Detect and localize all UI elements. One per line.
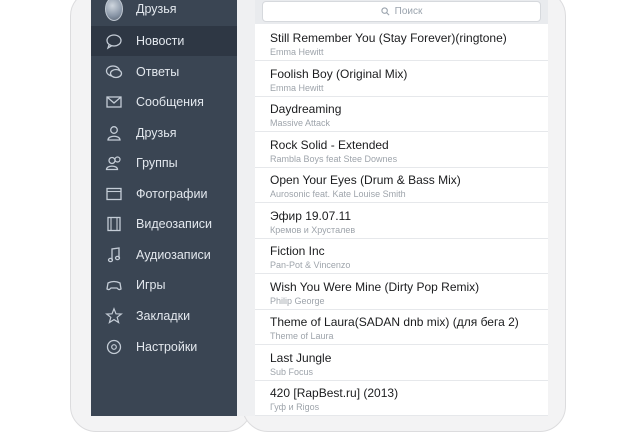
audio-list-screen: Поиск Still Remember You (Stay Forever)(… <box>255 0 548 416</box>
sidebar-item-messages[interactable]: Сообщения <box>91 87 237 117</box>
sidebar-item-label: Друзья <box>136 2 177 16</box>
sidebar-item-label: Закладки <box>136 309 191 323</box>
track-title: Still Remember You (Stay Forever)(ringto… <box>270 31 507 45</box>
groups-icon <box>105 154 123 172</box>
sidebar-item-label: Группы <box>136 156 178 170</box>
sidebar-item-replies[interactable]: Ответы <box>91 57 237 87</box>
track-title: Theme of Laura(SADAN dnb mix) (для бега … <box>270 315 519 329</box>
track-row[interactable]: Daydreaming Massive Attack <box>255 97 548 132</box>
sidebar-item-friends[interactable]: Друзья <box>91 118 237 148</box>
track-title: Fiction Inc <box>270 244 325 258</box>
search-placeholder: Поиск <box>394 6 423 17</box>
photos-icon <box>105 185 123 203</box>
track-artist: Гуф и Rigos <box>270 402 320 412</box>
sidebar-item-label: Фотографии <box>136 187 208 201</box>
friends-icon <box>105 124 123 142</box>
track-row[interactable]: Эфир 19.07.11 Кремов и Хрусталев <box>255 204 548 239</box>
track-row[interactable]: Rock Solid - Extended Rambla Boys feat S… <box>255 133 548 168</box>
videos-icon <box>105 215 123 233</box>
track-title: Foolish Boy (Original Mix) <box>270 67 408 81</box>
track-row[interactable]: Last Jungle Sub Focus <box>255 346 548 381</box>
track-title: Open Your Eyes (Drum & Bass Mix) <box>270 173 461 187</box>
track-title: Wish You Were Mine (Dirty Pop Remix) <box>270 280 480 294</box>
track-row[interactable]: 420 [RapBest.ru] (2013) Гуф и Rigos <box>255 381 548 416</box>
track-title: Last Jungle <box>270 351 332 365</box>
track-row[interactable]: Wish You Were Mine (Dirty Pop Remix) Phi… <box>255 275 548 310</box>
track-row[interactable]: Fiction Inc Pan-Pot & Vincenzo <box>255 239 548 274</box>
bookmarks-icon <box>105 307 123 325</box>
search-bar: Поиск <box>255 0 548 24</box>
track-artist: Sub Focus <box>270 367 314 377</box>
search-icon <box>381 7 390 16</box>
screen-divider <box>237 0 255 416</box>
track-artist: Theme of Laura <box>270 331 334 341</box>
sidebar-item-photos[interactable]: Фотографии <box>91 179 237 209</box>
messages-icon <box>105 93 123 111</box>
sidebar-item-groups[interactable]: Группы <box>91 148 237 178</box>
sidebar-item-audio[interactable]: Аудиозаписи <box>91 240 237 270</box>
track-title: Эфир 19.07.11 <box>270 209 352 223</box>
track-title: 420 [RapBest.ru] (2013) <box>270 386 399 400</box>
settings-icon <box>105 338 123 356</box>
track-artist: Philip George <box>270 296 325 306</box>
track-artist: Aurosonic feat. Kate Louise Smith <box>270 189 406 199</box>
sidebar-item-bookmarks[interactable]: Закладки <box>91 301 237 331</box>
track-artist: Emma Hewitt <box>270 83 324 93</box>
track-artist: Massive Attack <box>270 118 331 128</box>
track-row[interactable]: Open Your Eyes (Drum & Bass Mix) Auroson… <box>255 168 548 203</box>
sidebar-item-friends-profile[interactable]: Друзья <box>91 0 237 24</box>
sidebar-menu: Друзья Новости Ответы Сообщения Друзья Г… <box>91 0 237 416</box>
sidebar-item-label: Новости <box>136 34 185 48</box>
track-title: Rock Solid - Extended <box>270 138 389 152</box>
track-artist: Pan-Pot & Vincenzo <box>270 260 351 270</box>
track-row[interactable]: Still Remember You (Stay Forever)(ringto… <box>255 26 548 61</box>
sidebar-item-label: Видеозаписи <box>136 217 213 231</box>
games-icon <box>105 276 123 294</box>
sidebar-item-videos[interactable]: Видеозаписи <box>91 209 237 239</box>
track-row[interactable]: Theme of Laura(SADAN dnb mix) (для бега … <box>255 310 548 345</box>
sidebar-item-settings[interactable]: Настройки <box>91 332 237 362</box>
sidebar-item-label: Сообщения <box>136 95 204 109</box>
sidebar-item-label: Аудиозаписи <box>136 248 211 262</box>
track-artist: Кремов и Хрусталев <box>270 225 356 235</box>
sidebar-item-news[interactable]: Новости <box>91 26 237 56</box>
track-title: Daydreaming <box>270 102 342 116</box>
sidebar-item-games[interactable]: Игры <box>91 270 237 300</box>
sidebar-item-label: Ответы <box>136 65 180 79</box>
avatar <box>105 0 123 21</box>
sidebar-item-label: Игры <box>136 278 166 292</box>
track-artist: Emma Hewitt <box>270 47 324 57</box>
track-artist: Rambla Boys feat Stee Downes <box>270 154 398 164</box>
track-row[interactable]: Foolish Boy (Original Mix) Emma Hewitt <box>255 62 548 97</box>
sidebar-item-label: Друзья <box>136 126 177 140</box>
replies-icon <box>105 63 123 81</box>
news-icon <box>105 32 123 50</box>
search-input[interactable]: Поиск <box>262 1 541 22</box>
sidebar-item-label: Настройки <box>136 340 198 354</box>
audio-icon <box>105 246 123 264</box>
